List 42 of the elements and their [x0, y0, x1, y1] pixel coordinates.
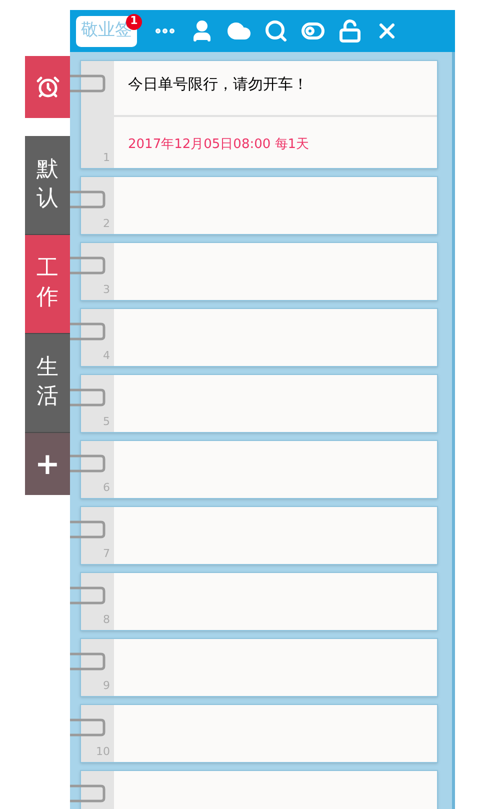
note-number: 3: [103, 282, 110, 298]
reminder-time: 2017年12月05日08:00 每1天: [128, 137, 310, 152]
note-card[interactable]: 6: [80, 440, 438, 499]
note-number: 10: [96, 744, 110, 760]
binder-clip-icon: [70, 387, 106, 409]
note-text: 今日单号限行，请勿开车！: [128, 74, 308, 95]
binder-clip-icon: [70, 783, 106, 805]
note-card[interactable]: 4: [80, 308, 438, 367]
binder-clip-icon: [70, 321, 106, 343]
binder-clip-icon: [70, 519, 106, 541]
note-number: 5: [103, 414, 110, 430]
unlock-icon[interactable]: [338, 19, 362, 43]
note-card[interactable]: 8: [80, 572, 438, 631]
binder-clip-icon: [70, 651, 106, 673]
binder-clip-icon: [70, 717, 106, 739]
note-number: 6: [103, 480, 110, 496]
note-number: 7: [103, 546, 110, 562]
binder-clip-icon: [70, 453, 106, 475]
note-number: 4: [103, 348, 110, 364]
note-card[interactable]: 1 今日单号限行，请勿开车！ 2017年12月05日08:00 每1天: [80, 60, 438, 169]
binder-clip-icon: [70, 189, 106, 211]
note-number: 1: [103, 150, 110, 166]
search-icon[interactable]: [264, 19, 288, 43]
note-card[interactable]: 3: [80, 242, 438, 301]
note-number: 8: [103, 612, 110, 628]
binder-clip-icon: [70, 585, 106, 607]
add-category-button[interactable]: +: [25, 433, 70, 495]
note-card[interactable]: 5: [80, 374, 438, 433]
note-number: 9: [103, 678, 110, 694]
note-card[interactable]: 10: [80, 704, 438, 763]
category-tab[interactable]: 工作: [25, 235, 70, 334]
note-number: 2: [103, 216, 110, 232]
note-card[interactable]: 9: [80, 638, 438, 697]
binder-clip-icon: [70, 73, 106, 95]
notification-badge: 1: [126, 14, 142, 30]
reminder-tab[interactable]: [25, 56, 70, 118]
alarm-clock-icon: [36, 75, 60, 99]
category-tab[interactable]: 默认: [25, 136, 70, 235]
note-card[interactable]: 7: [80, 506, 438, 565]
binder-clip-icon: [70, 255, 106, 277]
note-card[interactable]: 2: [80, 176, 438, 235]
category-tab[interactable]: 生活: [25, 334, 70, 433]
